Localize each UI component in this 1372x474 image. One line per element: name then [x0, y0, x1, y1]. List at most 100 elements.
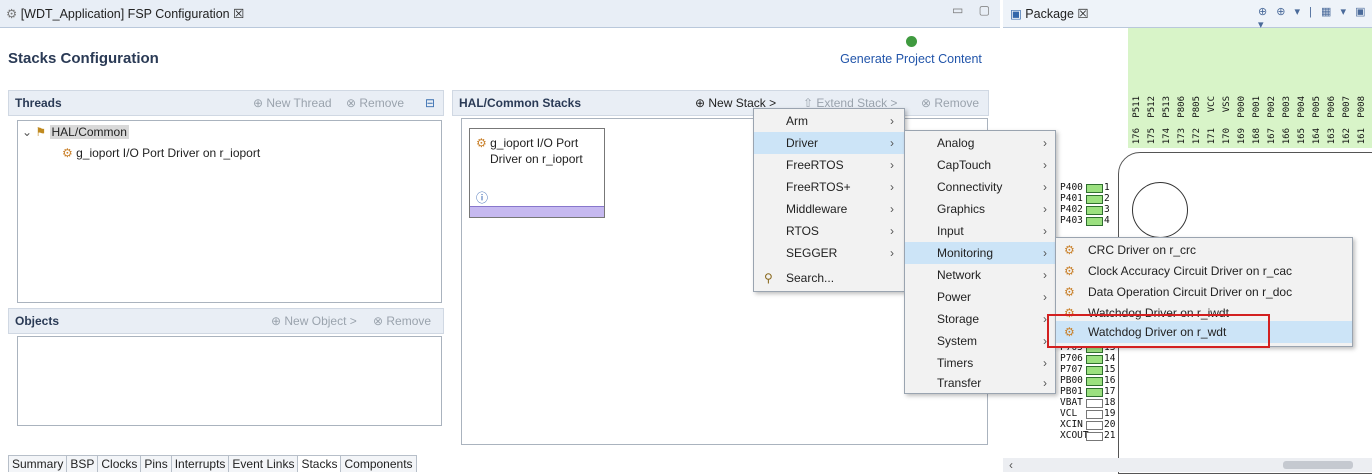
menu-item-system[interactable]: System › [905, 330, 1055, 352]
generate-label: Generate Project Content [840, 52, 982, 66]
module-icon: ⚙ [1064, 243, 1075, 257]
pin-label: P511 [1132, 96, 1142, 118]
pin-label: P006 [1327, 96, 1337, 118]
pin-number: 173 [1177, 128, 1187, 145]
g-ioport-module-block[interactable]: ⚙ g_ioport I/O Port Driver on r_ioport ⓘ [469, 128, 605, 218]
menu-item-network[interactable]: Network › [905, 264, 1055, 286]
new-thread-button[interactable]: ⊕ New Thread [253, 96, 332, 110]
menu-item-driver[interactable]: Driver › [754, 132, 904, 154]
info-icon[interactable]: ⓘ [476, 189, 488, 206]
pin-label: P008 [1357, 96, 1367, 118]
tab-components[interactable]: Components [340, 455, 417, 472]
package-tab-label: Package ☒ [1025, 7, 1089, 21]
module-icon: ⚙ [1064, 285, 1075, 299]
tab-summary[interactable]: Summary [8, 455, 68, 472]
module-icon: ⚙ [1064, 264, 1075, 278]
block-line1: g_ioport I/O Port [490, 136, 579, 150]
pin-number: 171 [1207, 128, 1217, 145]
highlight-box [1047, 314, 1270, 348]
pin-label: P004 [1297, 96, 1307, 118]
menu-item-rtos[interactable]: RTOS › [754, 220, 904, 242]
menu-item-middleware[interactable]: Middleware › [754, 198, 904, 220]
hal-stacks-header: HAL/Common Stacks ⊕ New Stack > ⇧ Extend… [452, 90, 989, 116]
play-icon [905, 36, 917, 47]
horizontal-scrollbar[interactable]: ‹ [1003, 458, 1372, 472]
pin1-marker [1132, 182, 1188, 238]
tab-event-links[interactable]: Event Links [228, 455, 299, 472]
pin-label: P002 [1267, 96, 1277, 118]
threads-tree[interactable]: ⌄ ⚑ HAL/Common ⚙ g_ioport I/O Port Drive… [17, 120, 442, 303]
pin-number: 169 [1237, 128, 1247, 145]
menu-item-power[interactable]: Power › [905, 286, 1055, 308]
remove-thread-button[interactable]: ⊗ Remove [346, 96, 404, 110]
menu-item-transfer[interactable]: Transfer › [905, 372, 1055, 394]
pin-number: 172 [1192, 128, 1202, 145]
objects-header: Objects ⊕ New Object > ⊗ Remove [8, 308, 444, 334]
menu-item-storage[interactable]: Storage › [905, 308, 1055, 330]
menu-item-search[interactable]: ⚲ Search... [754, 267, 904, 289]
objects-title: Objects [15, 314, 60, 328]
pin-label: P513 [1162, 96, 1172, 118]
tab-pins[interactable]: Pins [140, 455, 172, 472]
tree-label: g_ioport I/O Port Driver on r_ioport [76, 146, 261, 160]
menu-item-segger[interactable]: SEGGER › [754, 242, 904, 264]
package-tab[interactable]: ▣ Package ☒ [1010, 6, 1089, 21]
module-icon: ⚙ [62, 146, 73, 160]
pin-label: P512 [1147, 96, 1157, 118]
pin-number: 162 [1342, 128, 1352, 145]
tree-item-hal-common[interactable]: ⌄ ⚑ HAL/Common [22, 125, 129, 139]
bottom-tabs: Summary BSP Clocks Pins Interrupts Event… [8, 455, 417, 472]
menu-item-monitoring[interactable]: Monitoring › [905, 242, 1055, 264]
pin-label: P007 [1342, 96, 1352, 118]
menu-item-graphics[interactable]: Graphics › [905, 198, 1055, 220]
menu-item-captouch[interactable]: CapTouch › [905, 154, 1055, 176]
menu-item-timers[interactable]: Timers › [905, 352, 1055, 374]
tab-bsp[interactable]: BSP [66, 455, 99, 472]
tab-stacks[interactable]: Stacks [297, 455, 342, 472]
scroll-left-icon[interactable]: ‹ [1009, 458, 1013, 472]
menu-item-connectivity[interactable]: Connectivity › [905, 176, 1055, 198]
menu-item-analog[interactable]: Analog › [905, 132, 1055, 154]
hal-folder-icon: ⚑ [35, 125, 47, 139]
pin-label: P003 [1282, 96, 1292, 118]
pin-label: VCC [1207, 96, 1217, 113]
top-pin-row: P511 P512 P513 P806 P805 VCC VSS P000 P0… [1120, 28, 1372, 150]
objects-list[interactable] [17, 336, 442, 426]
pin-number: 174 [1162, 128, 1172, 145]
new-object-button[interactable]: ⊕ New Object > [271, 314, 357, 328]
pin-label: P805 [1192, 96, 1202, 118]
remove-object-button[interactable]: ⊗ Remove [373, 314, 431, 328]
generate-project-button[interactable]: Generate Project Content [836, 36, 986, 66]
pin-number: 168 [1252, 128, 1262, 145]
package-icon: ▣ [1010, 7, 1022, 21]
pin-number: 166 [1282, 128, 1292, 145]
menu-item-freertos[interactable]: FreeRTOS › [754, 154, 904, 176]
tree-label: HAL/Common [49, 125, 129, 139]
pin-label: P000 [1237, 96, 1247, 118]
menu-item-cac-driver[interactable]: ⚙ Clock Accuracy Circuit Driver on r_cac [1056, 260, 1352, 282]
gear-icon: ⚙ [6, 7, 18, 21]
menu-item-crc-driver[interactable]: ⚙ CRC Driver on r_crc [1056, 239, 1352, 261]
block-line2: Driver on r_ioport [490, 152, 583, 166]
pin-number: 163 [1327, 128, 1337, 145]
threads-title: Threads [15, 96, 62, 110]
pin-number: 165 [1297, 128, 1307, 145]
chevron-down-icon: ⌄ [22, 125, 33, 139]
menu-item-freertos-plus[interactable]: FreeRTOS+ › [754, 176, 904, 198]
editor-tab[interactable]: ⚙ [WDT_Application] FSP Configuration ☒ [6, 6, 244, 21]
page-title: Stacks Configuration [8, 50, 159, 67]
tab-clocks[interactable]: Clocks [97, 455, 142, 472]
remove-stack-button[interactable]: ⊗ Remove [921, 96, 979, 110]
tree-item-g-ioport[interactable]: ⚙ g_ioport I/O Port Driver on r_ioport [62, 146, 260, 160]
menu-item-arm[interactable]: Arm › [754, 110, 904, 132]
pin-label: VSS [1222, 96, 1232, 113]
collapse-icon[interactable]: ⊟ [425, 96, 435, 110]
editor-tab-label: [WDT_Application] FSP Configuration ☒ [20, 7, 245, 21]
menu-item-doc-driver[interactable]: ⚙ Data Operation Circuit Driver on r_doc [1056, 281, 1352, 303]
tab-interrupts[interactable]: Interrupts [170, 455, 230, 472]
window-controls[interactable]: ▭ ▢ [952, 3, 996, 17]
pin-number: 175 [1147, 128, 1157, 145]
block-bar [470, 206, 604, 217]
pin-number: 161 [1357, 128, 1367, 145]
menu-item-input[interactable]: Input › [905, 220, 1055, 242]
